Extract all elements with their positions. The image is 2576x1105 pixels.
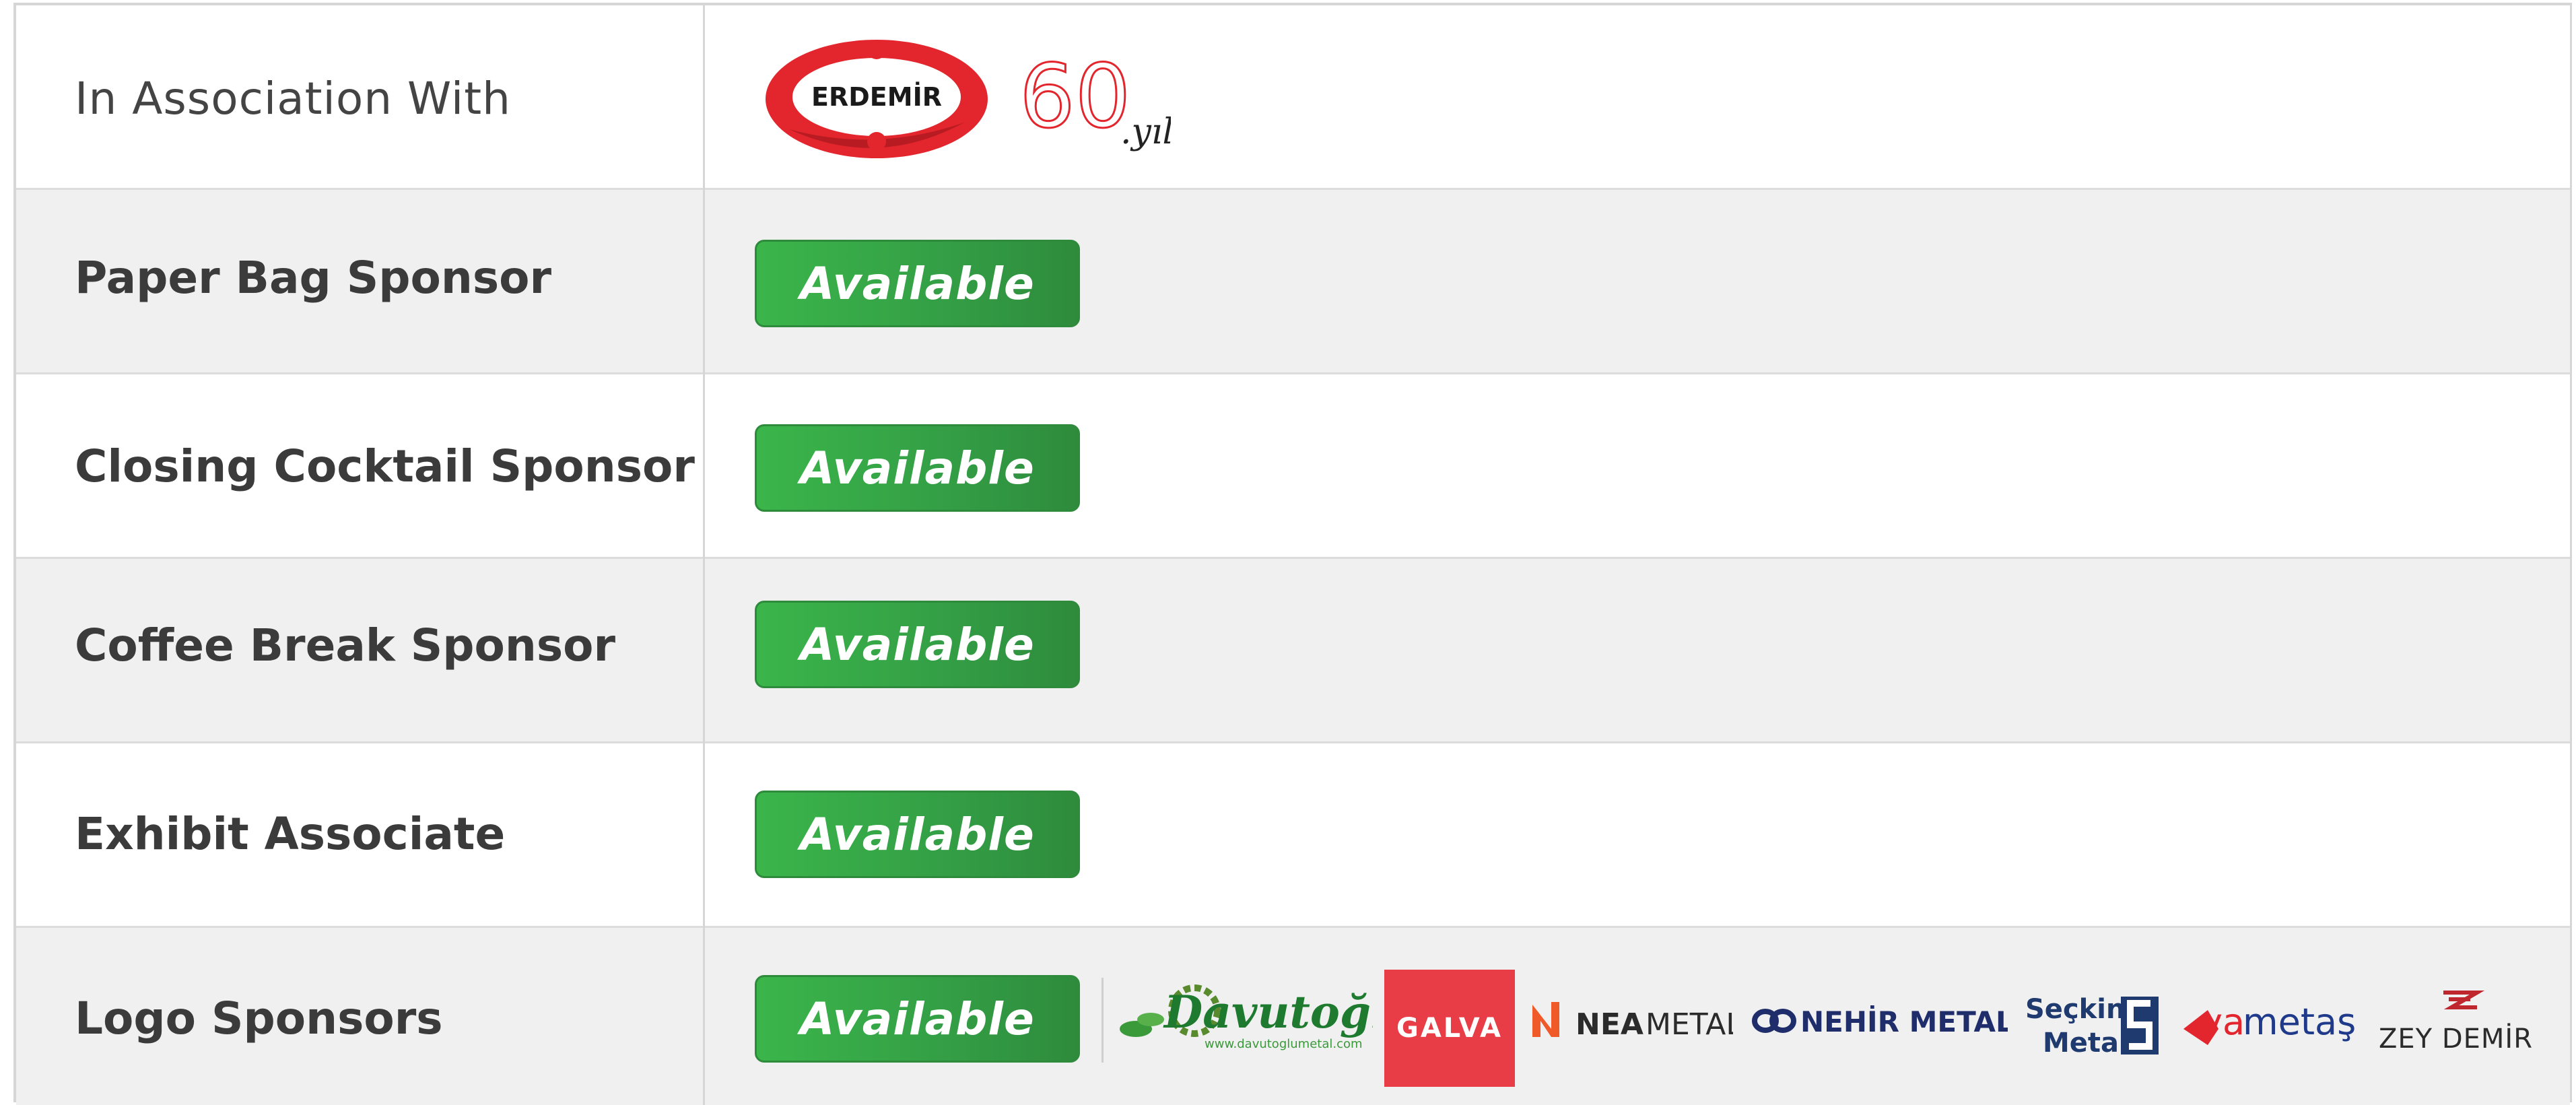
row-label: Paper Bag Sponsor	[75, 252, 552, 304]
svg-text:NEHİR METAL: NEHİR METAL	[1800, 1005, 2008, 1038]
available-button[interactable]: Available	[755, 424, 1080, 512]
logo-separator	[1101, 978, 1104, 1063]
svg-text:NEA: NEA	[1575, 1007, 1643, 1042]
table-row: Closing Cocktail Sponsor Available	[16, 374, 2570, 559]
sponsorship-table: In Association With ERDEMİR 60 .yıl Pape…	[13, 3, 2572, 1105]
column-divider	[703, 5, 705, 1105]
row-label: Exhibit Associate	[75, 808, 506, 860]
available-button[interactable]: Available	[755, 240, 1080, 327]
svg-text:Seçkin: Seçkin	[2025, 994, 2125, 1025]
table-row: Exhibit Associate Available	[16, 743, 2570, 928]
svg-text:metaş: metaş	[2243, 1001, 2356, 1043]
svg-text:ya: ya	[2201, 1001, 2245, 1043]
erdemir-logo: ERDEMİR	[766, 40, 988, 158]
table-row: Logo Sponsors Available Davutoğlu www.da…	[16, 928, 2570, 1105]
svg-text:60: 60	[1019, 53, 1130, 147]
nehir-metal-logo: NEHİR METAL	[1752, 1005, 2008, 1038]
svg-text:ERDEMİR: ERDEMİR	[811, 82, 942, 112]
anniversary-60-logo: 60 .yıl	[1019, 53, 1171, 152]
available-button[interactable]: Available	[755, 601, 1080, 688]
row-label: In Association With	[75, 73, 511, 125]
svg-text:Davutoğlu: Davutoğlu	[1163, 986, 1373, 1038]
davutoglu-logo: Davutoğlu www.davutoglumetal.com	[1120, 984, 1373, 1051]
table-row: In Association With ERDEMİR 60 .yıl	[16, 5, 2570, 190]
available-button[interactable]: Available	[755, 975, 1080, 1063]
row-label: Logo Sponsors	[75, 993, 443, 1044]
svg-text:Metal: Metal	[2043, 1028, 2128, 1059]
zey-demir-logo: ZEY DEMİR	[2379, 991, 2533, 1054]
svg-text:ZEY DEMİR: ZEY DEMİR	[2379, 1022, 2533, 1054]
table-row: Paper Bag Sponsor Available	[16, 190, 2570, 374]
svg-text:METAL: METAL	[1646, 1007, 1733, 1042]
yametas-logo: ya metaş	[2183, 1001, 2356, 1045]
row-label: Coffee Break Sponsor	[75, 620, 616, 671]
nea-metal-logo: NEA METAL	[1532, 1002, 1733, 1042]
available-button[interactable]: Available	[755, 791, 1080, 878]
seckin-metal-logo: Seçkin Metal	[2025, 994, 2159, 1059]
table-row: Coffee Break Sponsor Available	[16, 559, 2570, 743]
svg-text:.yıl: .yıl	[1120, 112, 1171, 152]
row-label: Closing Cocktail Sponsor	[75, 440, 695, 492]
galva-logo: GALVA	[1384, 970, 1515, 1087]
svg-text:www.davutoglumetal.com: www.davutoglumetal.com	[1205, 1037, 1363, 1051]
